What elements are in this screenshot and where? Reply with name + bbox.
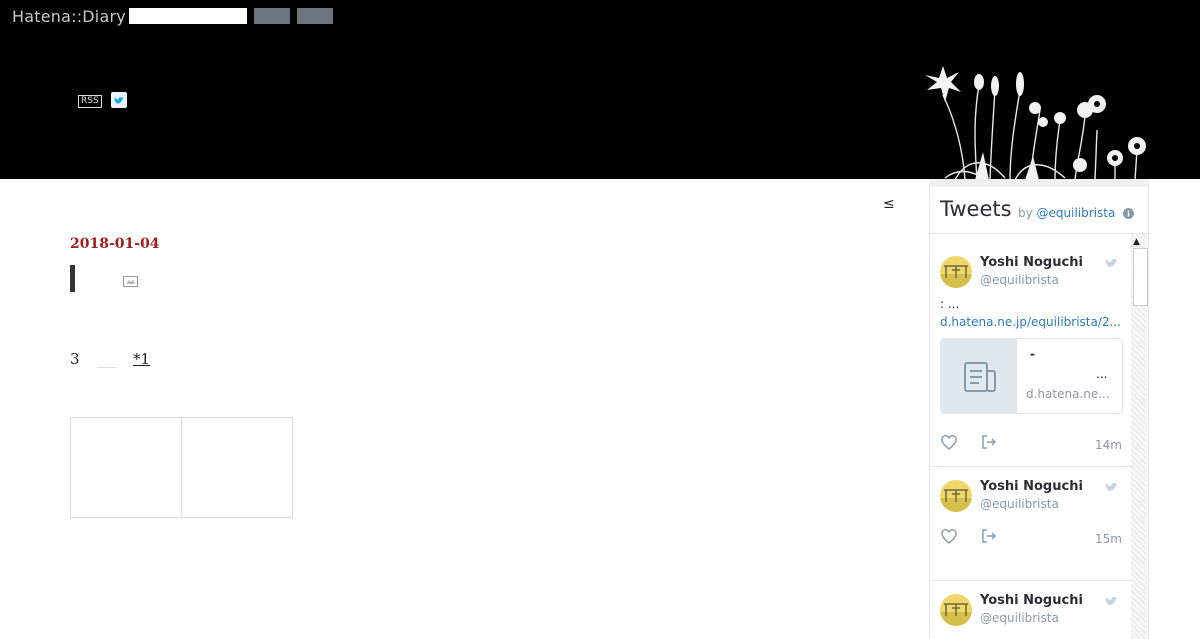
tweet-author-name[interactable]: Yoshi Noguchi [980, 479, 1083, 494]
timeline-byline: by @equilibrista [1018, 206, 1115, 220]
scroll-up-arrow-icon[interactable]: ▲ [1133, 237, 1140, 247]
timeline-header: Tweets by @equilibrista [930, 187, 1148, 234]
edit-icon[interactable] [123, 276, 138, 287]
document-icon [964, 362, 996, 392]
entry-body-underline [97, 367, 116, 368]
share-icon[interactable] [981, 434, 997, 450]
entry-title-marker [70, 265, 75, 292]
hatena-diary-logo[interactable]: Hatena::Diary [12, 7, 126, 26]
entry-body-text: 3 [70, 350, 80, 368]
avatar[interactable] [940, 594, 972, 626]
twitter-timeline-widget: Tweets by @equilibrista ▲ Yoshi Noguchi … [929, 179, 1149, 639]
tweet-author-name[interactable]: Yoshi Noguchi [980, 593, 1083, 608]
timeline-title: Tweets [940, 197, 1012, 221]
timeline-scrollbar[interactable]: ▲ [1131, 234, 1148, 639]
tweet-link[interactable]: d.hatena.ne.jp/equilibrista/2... [940, 315, 1125, 329]
card-description: ... [1096, 367, 1108, 381]
like-heart-icon[interactable] [941, 529, 957, 544]
site-header: Hatena::Diary RSS [0, 0, 1200, 180]
byline-label: by [1018, 206, 1033, 220]
card-thumbnail [941, 339, 1017, 413]
twitter-icon[interactable] [111, 92, 127, 108]
header-button-1[interactable] [254, 8, 290, 24]
card-title: - [1030, 347, 1035, 361]
link-card[interactable]: - ... d.hatena.ne... [940, 338, 1123, 414]
footnote-link[interactable]: *1 [133, 350, 150, 368]
tweet-author-name[interactable]: Yoshi Noguchi [980, 255, 1083, 270]
twitter-bird-icon[interactable] [1105, 254, 1121, 268]
header-button-2[interactable] [297, 8, 333, 24]
timeline-handle-link[interactable]: @equilibrista [1037, 206, 1116, 220]
twitter-bird-icon[interactable] [1105, 592, 1121, 606]
previous-entry-link[interactable]: ≤ [883, 196, 895, 212]
twitter-bird-icon[interactable] [1105, 478, 1121, 492]
table-cell [70, 417, 182, 518]
avatar[interactable] [940, 256, 972, 288]
like-heart-icon[interactable] [941, 435, 957, 450]
info-icon[interactable] [1123, 208, 1134, 219]
tweet-timestamp[interactable]: 15m [1095, 532, 1122, 546]
tweet-author-handle[interactable]: @equilibrista [980, 273, 1059, 287]
entry-table [70, 417, 293, 518]
avatar[interactable] [940, 480, 972, 512]
entry-date[interactable]: 2018-01-04 [70, 236, 160, 252]
tweet-timestamp[interactable]: 14m [1095, 438, 1122, 452]
share-icon[interactable] [981, 528, 997, 544]
table-cell [181, 417, 293, 518]
flower-illustration [925, 66, 1146, 180]
search-input[interactable] [129, 8, 247, 24]
rss-icon[interactable]: RSS [78, 95, 102, 108]
card-domain: d.hatena.ne... [1026, 387, 1110, 401]
tweet-item[interactable]: Yoshi Noguchi @equilibrista 15m [930, 466, 1132, 581]
tweet-text: : ... [940, 297, 960, 311]
tweet-item[interactable]: Yoshi Noguchi @equilibrista : ... d.hate… [930, 242, 1132, 467]
scrollbar-thumb[interactable] [1133, 248, 1148, 306]
tweet-item[interactable]: Yoshi Noguchi @equilibrista [930, 580, 1132, 639]
tweet-author-handle[interactable]: @equilibrista [980, 497, 1059, 511]
tweet-author-handle[interactable]: @equilibrista [980, 611, 1059, 625]
